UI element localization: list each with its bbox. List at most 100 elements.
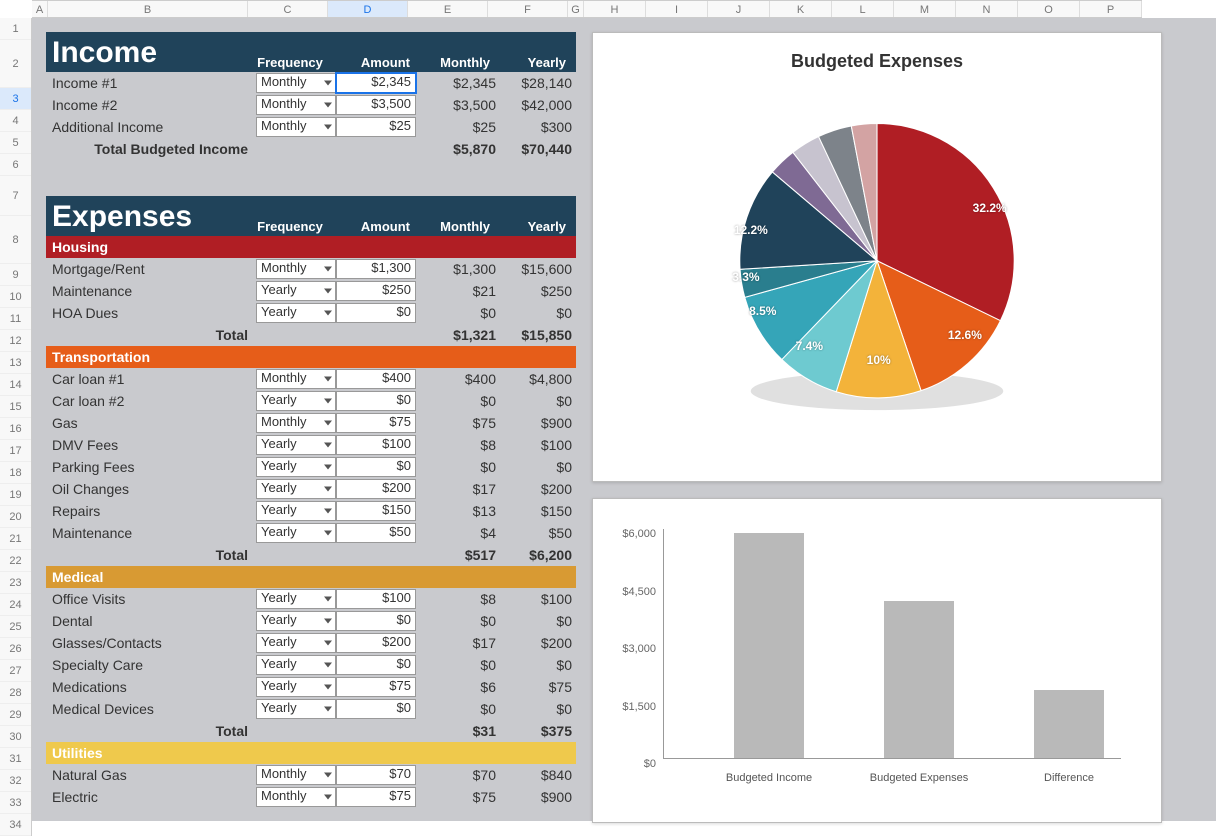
amount-input[interactable]: $200 <box>336 633 416 653</box>
row-head-22[interactable]: 22 <box>0 550 31 572</box>
row-head-27[interactable]: 27 <box>0 660 31 682</box>
amount-input[interactable]: $1,300 <box>336 259 416 279</box>
col-head-M[interactable]: M <box>894 1 956 17</box>
income-title: Income <box>52 36 250 70</box>
amount-input[interactable]: $400 <box>336 369 416 389</box>
frequency-dropdown[interactable]: Monthly <box>256 369 336 389</box>
row-head-23[interactable]: 23 <box>0 572 31 594</box>
row-head-15[interactable]: 15 <box>0 396 31 418</box>
row-head-14[interactable]: 14 <box>0 374 31 396</box>
amount-input[interactable]: $0 <box>336 655 416 675</box>
col-head-J[interactable]: J <box>708 1 770 17</box>
row-head-25[interactable]: 25 <box>0 616 31 638</box>
amount-input[interactable]: $0 <box>336 611 416 631</box>
row-head-32[interactable]: 32 <box>0 770 31 792</box>
amount-input[interactable]: $70 <box>336 765 416 785</box>
row-head-24[interactable]: 24 <box>0 594 31 616</box>
col-head-E[interactable]: E <box>408 1 488 17</box>
row-head-31[interactable]: 31 <box>0 748 31 770</box>
row-head-18[interactable]: 18 <box>0 462 31 484</box>
yearly-value: $0 <box>496 701 576 717</box>
row-head-6[interactable]: 6 <box>0 154 31 176</box>
frequency-dropdown[interactable]: Yearly <box>256 435 336 455</box>
amount-input[interactable]: $0 <box>336 303 416 323</box>
col-head-G[interactable]: G <box>568 1 584 17</box>
col-head-I[interactable]: I <box>646 1 708 17</box>
row-head-1[interactable]: 1 <box>0 18 31 40</box>
row-head-20[interactable]: 20 <box>0 506 31 528</box>
row-head-7[interactable]: 7 <box>0 176 31 216</box>
frequency-dropdown[interactable]: Yearly <box>256 501 336 521</box>
amount-input[interactable]: $75 <box>336 677 416 697</box>
amount-input[interactable]: $100 <box>336 589 416 609</box>
amount-input[interactable]: $200 <box>336 479 416 499</box>
amount-input[interactable]: $2,345 <box>336 73 416 93</box>
col-head-H[interactable]: H <box>584 1 646 17</box>
col-head-D[interactable]: D <box>328 1 408 17</box>
row-head-21[interactable]: 21 <box>0 528 31 550</box>
frequency-dropdown[interactable]: Monthly <box>256 787 336 807</box>
frequency-dropdown[interactable]: Yearly <box>256 699 336 719</box>
frequency-dropdown[interactable]: Monthly <box>256 117 336 137</box>
row-head-9[interactable]: 9 <box>0 264 31 286</box>
grid-area[interactable]: Income Frequency Amount Monthly Yearly I… <box>32 18 1216 821</box>
row-head-11[interactable]: 11 <box>0 308 31 330</box>
frequency-dropdown[interactable]: Monthly <box>256 259 336 279</box>
row-head-29[interactable]: 29 <box>0 704 31 726</box>
row-head-26[interactable]: 26 <box>0 638 31 660</box>
col-head-A[interactable]: A <box>32 1 48 17</box>
row-head-13[interactable]: 13 <box>0 352 31 374</box>
row-head-10[interactable]: 10 <box>0 286 31 308</box>
row-head-2[interactable]: 2 <box>0 40 31 88</box>
amount-input[interactable]: $150 <box>336 501 416 521</box>
frequency-dropdown[interactable]: Yearly <box>256 303 336 323</box>
frequency-dropdown[interactable]: Yearly <box>256 281 336 301</box>
amount-input[interactable]: $75 <box>336 413 416 433</box>
frequency-dropdown[interactable]: Monthly <box>256 95 336 115</box>
row-head-17[interactable]: 17 <box>0 440 31 462</box>
amount-input[interactable]: $0 <box>336 391 416 411</box>
col-head-F[interactable]: F <box>488 1 568 17</box>
row-head-8[interactable]: 8 <box>0 216 31 264</box>
x-tick-label: Budgeted Expenses <box>859 772 979 784</box>
amount-input[interactable]: $100 <box>336 435 416 455</box>
row-head-34[interactable]: 34 <box>0 814 31 836</box>
frequency-dropdown[interactable]: Yearly <box>256 677 336 697</box>
row-head-12[interactable]: 12 <box>0 330 31 352</box>
col-head-B[interactable]: B <box>48 1 248 17</box>
amount-input[interactable]: $50 <box>336 523 416 543</box>
col-head-C[interactable]: C <box>248 1 328 17</box>
frequency-dropdown[interactable]: Yearly <box>256 589 336 609</box>
col-head-N[interactable]: N <box>956 1 1018 17</box>
frequency-dropdown[interactable]: Monthly <box>256 765 336 785</box>
col-head-P[interactable]: P <box>1080 1 1142 17</box>
frequency-dropdown[interactable]: Yearly <box>256 479 336 499</box>
column-headers[interactable]: ABCDEFGHIJKLMNOP <box>32 0 1142 18</box>
frequency-dropdown[interactable]: Yearly <box>256 391 336 411</box>
col-head-K[interactable]: K <box>770 1 832 17</box>
row-head-33[interactable]: 33 <box>0 792 31 814</box>
row-head-16[interactable]: 16 <box>0 418 31 440</box>
row-head-3[interactable]: 3 <box>0 88 31 110</box>
amount-input[interactable]: $0 <box>336 457 416 477</box>
amount-input[interactable]: $0 <box>336 699 416 719</box>
amount-input[interactable]: $3,500 <box>336 95 416 115</box>
amount-input[interactable]: $75 <box>336 787 416 807</box>
amount-input[interactable]: $250 <box>336 281 416 301</box>
col-head-O[interactable]: O <box>1018 1 1080 17</box>
frequency-dropdown[interactable]: Yearly <box>256 655 336 675</box>
col-head-L[interactable]: L <box>832 1 894 17</box>
row-head-4[interactable]: 4 <box>0 110 31 132</box>
frequency-dropdown[interactable]: Monthly <box>256 73 336 93</box>
row-head-5[interactable]: 5 <box>0 132 31 154</box>
frequency-dropdown[interactable]: Yearly <box>256 523 336 543</box>
frequency-dropdown[interactable]: Monthly <box>256 413 336 433</box>
amount-input[interactable]: $25 <box>336 117 416 137</box>
row-head-30[interactable]: 30 <box>0 726 31 748</box>
row-head-28[interactable]: 28 <box>0 682 31 704</box>
row-headers[interactable]: 1234567891011121314151617181920212223242… <box>0 18 32 836</box>
frequency-dropdown[interactable]: Yearly <box>256 611 336 631</box>
frequency-dropdown[interactable]: Yearly <box>256 633 336 653</box>
frequency-dropdown[interactable]: Yearly <box>256 457 336 477</box>
row-head-19[interactable]: 19 <box>0 484 31 506</box>
